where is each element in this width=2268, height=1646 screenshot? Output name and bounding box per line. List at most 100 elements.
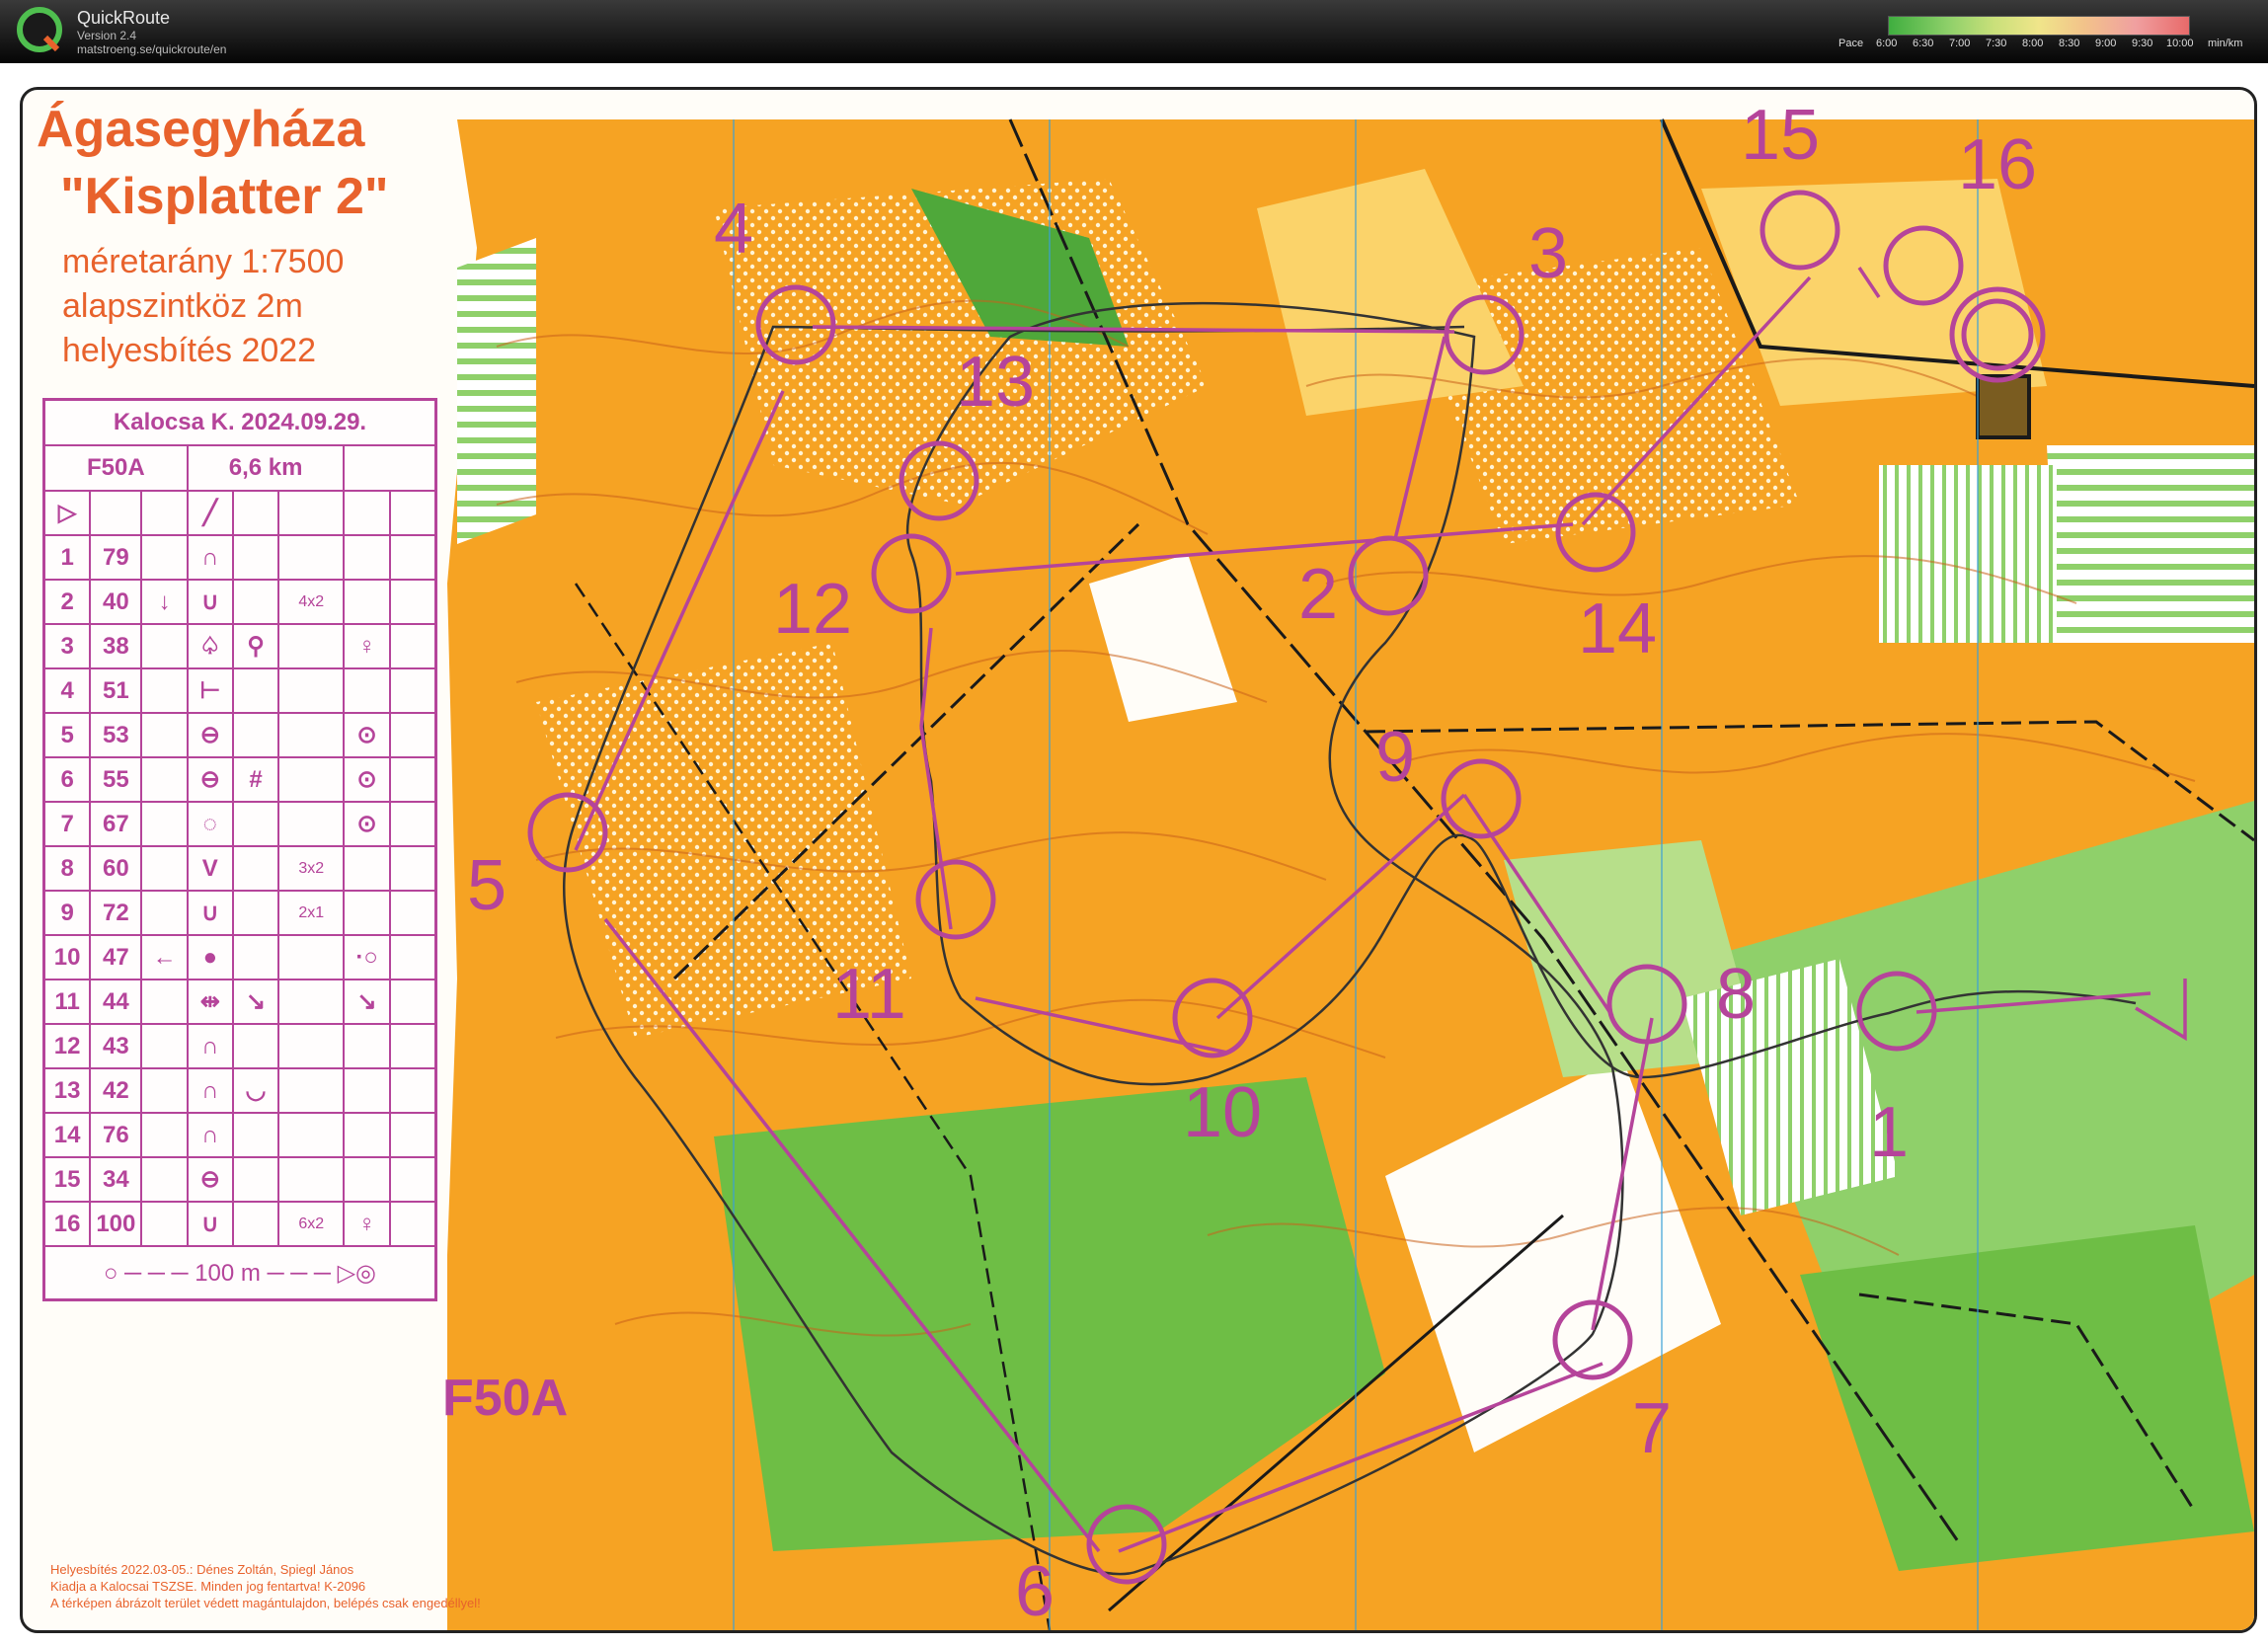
location-symbol: [343, 1023, 391, 1069]
control-number: 14: [1578, 589, 1658, 668]
feature-symbol: ⊢: [186, 667, 234, 714]
detail-symbol: ◡: [231, 1067, 280, 1114]
control-seq: 16: [42, 1201, 92, 1247]
control-seq: 10: [42, 934, 92, 980]
app-url[interactable]: matstroeng.se/quickroute/en: [77, 42, 226, 56]
feature-symbol: ∩: [186, 1067, 234, 1114]
description-row: 4 51 ⊢: [42, 667, 437, 714]
detail-symbol: [231, 534, 280, 581]
feature-symbol: ⊖: [186, 1156, 234, 1203]
description-row: 16 100 ∪ 6x2 ♀: [42, 1201, 437, 1247]
location-symbol: ♀: [343, 623, 391, 669]
control-code: 76: [89, 1112, 143, 1158]
event-name: Kalocsa K. 2024.09.29.: [42, 398, 437, 446]
extra: [388, 979, 437, 1025]
dimension: [277, 1023, 346, 1069]
pace-label: Pace: [1838, 38, 1864, 49]
detail-symbol: ↘: [231, 979, 280, 1025]
control-number: 1: [1869, 1093, 1910, 1172]
control-seq: 3: [42, 623, 92, 669]
dimension: [277, 623, 346, 669]
description-row: 12 43 ∩: [42, 1023, 437, 1069]
control-seq: 1: [42, 534, 92, 581]
control-number: 16: [1958, 125, 2038, 204]
control-number: 5: [467, 846, 508, 925]
direction-symbol: ←: [140, 934, 189, 980]
dimension: [277, 756, 346, 803]
control-seq: 9: [42, 890, 92, 936]
footer-line: Kiadja a Kalocsai TSZSE. Minden jog fent…: [50, 1579, 366, 1594]
pace-tick: 8:00: [2022, 38, 2044, 49]
control-number: 3: [1528, 214, 1569, 293]
control-code: 60: [89, 845, 143, 892]
extra: [388, 801, 437, 847]
building: [1976, 374, 2031, 439]
feature-symbol: ∩: [186, 534, 234, 581]
control-code: 55: [89, 756, 143, 803]
pace-legend: Pace 6:00 6:30 7:00 7:30 8:00 8:30 9:00 …: [1837, 16, 2261, 55]
orienteering-map[interactable]: Ágasegyháza "Kisplatter 2" méretarány 1:…: [20, 87, 2257, 1633]
control-seq: 2: [42, 579, 92, 625]
extra: [388, 1112, 437, 1158]
location-symbol: [343, 845, 391, 892]
direction-symbol: [140, 1156, 189, 1203]
dimension: [277, 712, 346, 758]
feature-symbol: ∩: [186, 1023, 234, 1069]
control-code: 79: [89, 534, 143, 581]
direction-symbol: [140, 1112, 189, 1158]
control-descriptions: Kalocsa K. 2024.09.29. F50A 6,6 km ▷ ╱ 1…: [42, 398, 437, 1301]
start-icon: ▷: [42, 490, 92, 536]
finish-distance: 100 m: [195, 1259, 261, 1287]
extra: [388, 579, 437, 625]
dimension: [277, 667, 346, 714]
pace-tick: 10:00: [2166, 38, 2194, 49]
description-row: 15 34 ⊖: [42, 1156, 437, 1203]
dimension: 6x2: [277, 1201, 346, 1247]
control-number: 4: [714, 190, 754, 269]
course-class: F50A: [42, 444, 189, 492]
field-striped: [2047, 445, 2254, 643]
extra: [388, 1023, 437, 1069]
description-row: 2 40 ↓ ∪ 4x2: [42, 579, 437, 625]
app-version: Version 2.4: [77, 29, 137, 42]
control-number: 12: [773, 570, 853, 649]
app-title: QuickRoute: [77, 8, 171, 28]
direction-symbol: [140, 667, 189, 714]
extra: [388, 623, 437, 669]
location-symbol: ·○: [343, 934, 391, 980]
pace-ticks: Pace 6:00 6:30 7:00 7:30 8:00 8:30 9:00 …: [1837, 38, 2261, 53]
location-symbol: [343, 534, 391, 581]
description-row: 6 55 ⊖ # ⊙: [42, 756, 437, 803]
pace-color-bar: [1888, 16, 2190, 36]
control-seq: 7: [42, 801, 92, 847]
control-number: 10: [1183, 1073, 1263, 1152]
pace-tick: 7:00: [1949, 38, 1971, 49]
control-code: 47: [89, 934, 143, 980]
direction-symbol: [140, 756, 189, 803]
description-row: 8 60 V 3x2: [42, 845, 437, 892]
control-number: 11: [832, 955, 906, 1034]
control-number: 8: [1716, 955, 1757, 1034]
map-title: Ágasegyháza: [37, 101, 365, 158]
feature-symbol: ◌: [186, 801, 234, 847]
control-code: 42: [89, 1067, 143, 1114]
direction-symbol: ↓: [140, 579, 189, 625]
control-number: 6: [1015, 1552, 1056, 1631]
feature-symbol: V: [186, 845, 234, 892]
control-seq: 6: [42, 756, 92, 803]
description-row: 14 76 ∩: [42, 1112, 437, 1158]
quickroute-logo-icon: [17, 7, 62, 52]
direction-symbol: [140, 623, 189, 669]
detail-symbol: [231, 1112, 280, 1158]
direction-symbol: [140, 801, 189, 847]
feature-symbol: ♤: [186, 623, 234, 669]
dimension: [277, 1156, 346, 1203]
control-code: 51: [89, 667, 143, 714]
direction-symbol: [140, 1023, 189, 1069]
control-seq: 11: [42, 979, 92, 1025]
direction-symbol: [140, 1201, 189, 1247]
feature-symbol: ∪: [186, 890, 234, 936]
description-row: 13 42 ∩ ◡: [42, 1067, 437, 1114]
footer-line: Helyesbítés 2022.03-05.: Dénes Zoltán, S…: [50, 1562, 354, 1577]
extra: [388, 890, 437, 936]
